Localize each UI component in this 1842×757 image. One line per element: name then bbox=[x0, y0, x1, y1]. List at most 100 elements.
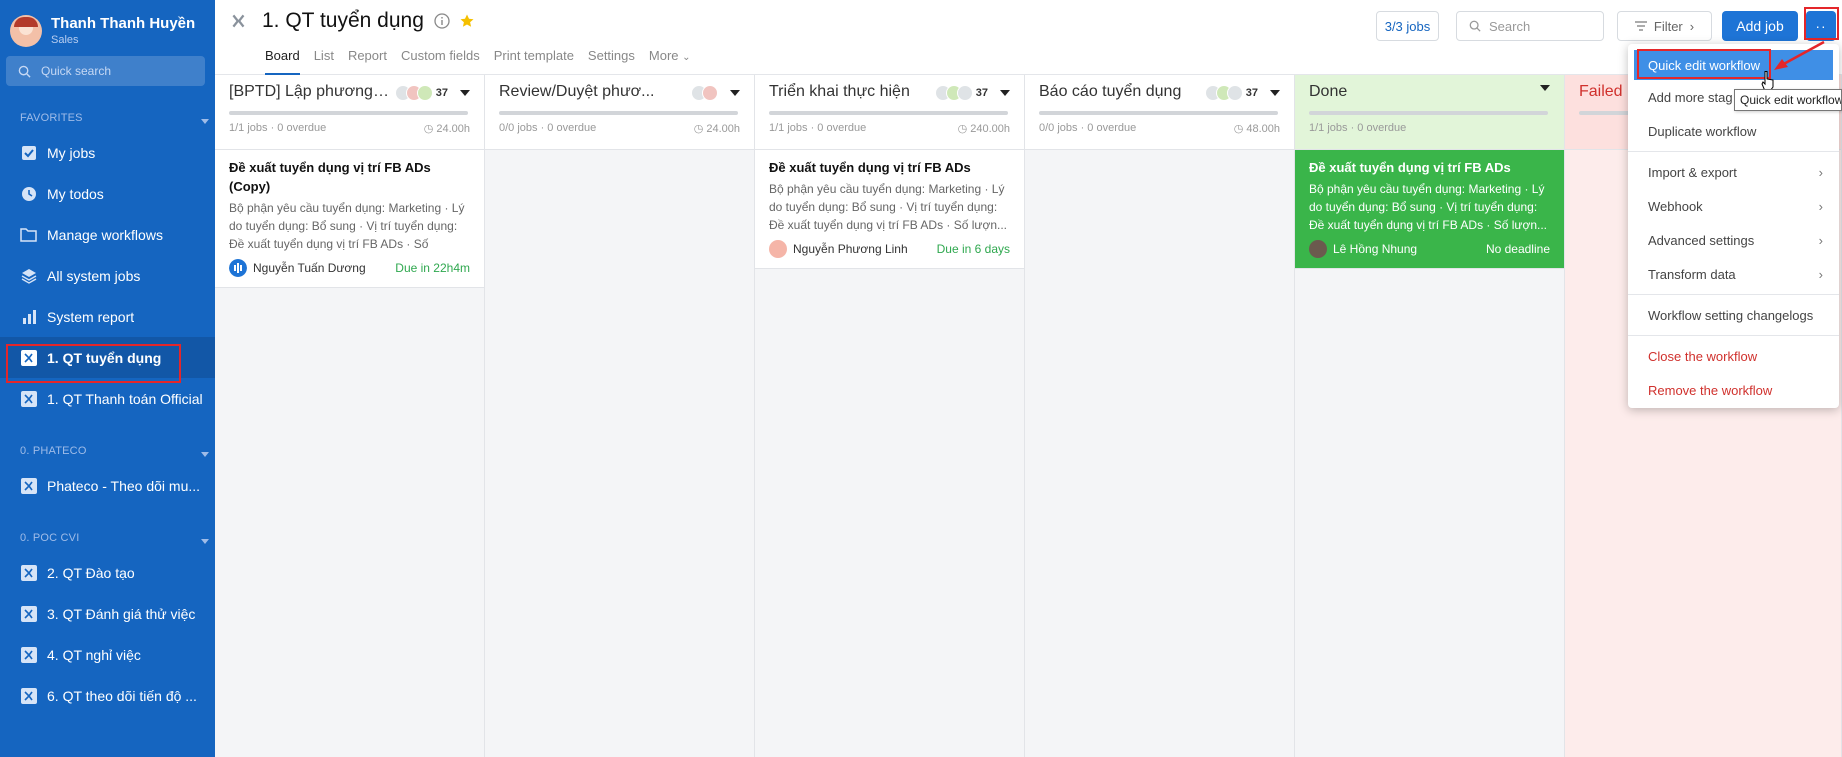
sidebar-item-qt-danh-gia[interactable]: 3. QT Đánh giá thử việc bbox=[0, 593, 215, 634]
workflow-icon bbox=[20, 687, 37, 704]
info-icon[interactable] bbox=[434, 13, 450, 29]
job-card[interactable]: Đề xuất tuyển dụng vị trí FB ADs Bộ phận… bbox=[755, 150, 1024, 269]
avatar bbox=[769, 240, 787, 258]
chevron-down-icon bbox=[201, 119, 209, 124]
menu-item-workflow-changelogs[interactable]: Workflow setting changelogs bbox=[1628, 298, 1839, 332]
sidebar-item-label: 6. QT theo dõi tiến độ ... bbox=[47, 687, 197, 704]
avatar bbox=[702, 85, 718, 101]
tab-custom-fields[interactable]: Custom fields bbox=[401, 48, 480, 75]
menu-item-label: Advanced settings bbox=[1648, 232, 1755, 248]
user-profile[interactable]: Thanh Thanh Huyền Sales bbox=[0, 0, 215, 52]
caret-down-icon[interactable] bbox=[1270, 90, 1280, 96]
stage-header[interactable]: Báo cáo tuyển dụng 37 0/0 jobs · 0 overd… bbox=[1025, 75, 1294, 150]
jobs-count-button[interactable]: 3/3 jobs bbox=[1376, 11, 1439, 41]
workflow-icon bbox=[232, 14, 245, 28]
sidebar-item-system-report[interactable]: System report bbox=[0, 296, 215, 337]
header: 1. QT tuyển dụng Board List Report Custo… bbox=[215, 0, 1842, 75]
stage-header[interactable]: Done 1/1 jobs · 0 overdue bbox=[1295, 75, 1564, 150]
sidebar-item-my-jobs[interactable]: My jobs bbox=[0, 132, 215, 173]
stage-column: Done 1/1 jobs · 0 overdue Đề xuất tuyển … bbox=[1295, 75, 1565, 757]
quick-search-placeholder: Quick search bbox=[41, 64, 112, 78]
stage-progress-bar bbox=[1309, 111, 1548, 115]
section-phateco[interactable]: 0. PHATECO bbox=[0, 419, 215, 465]
stage-name: [BPTD] Lập phương ... bbox=[229, 83, 389, 100]
menu-item-label: Transform data bbox=[1648, 266, 1736, 282]
add-job-button[interactable]: Add job bbox=[1722, 11, 1798, 41]
sidebar-item-label: 1. QT Thanh toán Official bbox=[47, 390, 203, 407]
stage-count: 37 bbox=[975, 87, 988, 99]
due-label: Due in 22h4m bbox=[395, 261, 470, 275]
stage-header[interactable]: Review/Duyệt phươ... 0/0 jobs · 0 overdu… bbox=[485, 75, 754, 150]
highlight-box bbox=[1804, 7, 1839, 40]
menu-item-import-export[interactable]: Import & export › bbox=[1628, 155, 1839, 189]
section-poc-cvi[interactable]: 0. POC CVI bbox=[0, 506, 215, 552]
job-title: Đề xuất tuyển dụng vị trí FB ADs (Copy) bbox=[229, 160, 431, 194]
job-card[interactable]: Đề xuất tuyển dụng vị trí FB ADs Bộ phận… bbox=[1295, 150, 1564, 269]
tab-print-template[interactable]: Print template bbox=[494, 48, 574, 75]
search-placeholder: Search bbox=[1489, 18, 1531, 34]
star-icon[interactable] bbox=[460, 14, 474, 28]
due-label: Due in 6 days bbox=[936, 242, 1010, 256]
sidebar-item-manage-workflows[interactable]: Manage workflows bbox=[0, 214, 215, 255]
menu-item-label: Add more stag bbox=[1648, 89, 1733, 105]
stage-meta: 0/0 jobs · 0 overdue bbox=[1039, 122, 1137, 134]
stage-column: Review/Duyệt phươ... 0/0 jobs · 0 overdu… bbox=[485, 75, 755, 757]
sidebar-item-qt-theo-doi[interactable]: 6. QT theo dõi tiến độ ... bbox=[0, 675, 215, 716]
menu-item-webhook[interactable]: Webhook › bbox=[1628, 189, 1839, 223]
menu-item-transform-data[interactable]: Transform data › bbox=[1628, 257, 1839, 291]
sidebar-item-phateco[interactable]: Phateco - Theo dõi mu... bbox=[0, 465, 215, 506]
tab-settings[interactable]: Settings bbox=[588, 48, 635, 75]
stage-name: Triển khai thực hiện bbox=[769, 83, 910, 100]
menu-item-label: Workflow setting changelogs bbox=[1648, 307, 1814, 323]
stage-meta: 0/0 jobs · 0 overdue bbox=[499, 122, 597, 134]
stage-meta: 1/1 jobs · 0 overdue bbox=[769, 122, 867, 134]
menu-item-close-workflow[interactable]: Close the workflow bbox=[1628, 339, 1839, 373]
caret-down-icon[interactable] bbox=[1000, 90, 1010, 96]
sidebar-item-label: 2. QT Đào tạo bbox=[47, 564, 135, 581]
sidebar-item-qt-dao-tao[interactable]: 2. QT Đào tạo bbox=[0, 552, 215, 593]
caret-down-icon[interactable] bbox=[730, 90, 740, 96]
tab-list[interactable]: List bbox=[314, 48, 334, 75]
section-poc-cvi-label: 0. POC CVI bbox=[20, 532, 80, 544]
stage-header[interactable]: Triển khai thực hiện 37 1/1 jobs · 0 ove… bbox=[755, 75, 1024, 150]
avatar[interactable] bbox=[10, 15, 42, 47]
tooltip: Quick edit workflow bbox=[1734, 89, 1842, 111]
menu-item-advanced-settings[interactable]: Advanced settings › bbox=[1628, 223, 1839, 257]
filter-label: Filter bbox=[1653, 18, 1683, 34]
search-input[interactable]: Search bbox=[1456, 11, 1604, 41]
menu-item-label: Webhook bbox=[1648, 198, 1703, 214]
stage-name: Báo cáo tuyển dụng bbox=[1039, 83, 1182, 100]
tab-report[interactable]: Report bbox=[348, 48, 387, 75]
assignee-name: Lê Hồng Nhung bbox=[1333, 242, 1418, 256]
menu-divider bbox=[1628, 294, 1839, 295]
avatar bbox=[956, 85, 973, 101]
workflow-icon bbox=[20, 646, 37, 663]
tab-board[interactable]: Board bbox=[265, 48, 300, 75]
job-description: Bộ phận yêu cầu tuyển dụng: Marketing · … bbox=[1309, 182, 1548, 232]
tab-more[interactable]: More ⌄ bbox=[649, 48, 691, 75]
menu-item-remove-workflow[interactable]: Remove the workflow bbox=[1628, 373, 1839, 407]
highlight-box bbox=[6, 344, 181, 383]
sidebar-item-label: Phateco - Theo dõi mu... bbox=[47, 477, 201, 494]
section-favorites-label: FAVORITES bbox=[20, 112, 83, 124]
job-title: Đề xuất tuyển dụng vị trí FB ADs bbox=[1309, 160, 1511, 175]
stage-progress-bar bbox=[769, 111, 1008, 115]
filter-button[interactable]: Filter › bbox=[1617, 11, 1712, 41]
menu-item-duplicate-workflow[interactable]: Duplicate workflow bbox=[1628, 114, 1839, 148]
caret-down-icon[interactable] bbox=[460, 90, 470, 96]
chevron-right-icon: › bbox=[1818, 266, 1823, 282]
sidebar-item-all-system-jobs[interactable]: All system jobs bbox=[0, 255, 215, 296]
layers-icon bbox=[20, 267, 37, 284]
job-card[interactable]: Đề xuất tuyển dụng vị trí FB ADs (Copy) … bbox=[215, 150, 484, 288]
assignee-name: Nguyễn Tuấn Dương bbox=[253, 261, 366, 275]
chevron-right-icon: › bbox=[1818, 164, 1823, 180]
avatar bbox=[1226, 85, 1243, 101]
section-favorites[interactable]: FAVORITES bbox=[0, 86, 215, 132]
menu-item-label: Duplicate workflow bbox=[1648, 123, 1757, 139]
sidebar-item-qt-nghi-viec[interactable]: 4. QT nghỉ việc bbox=[0, 634, 215, 675]
sidebar-item-my-todos[interactable]: My todos bbox=[0, 173, 215, 214]
caret-down-icon[interactable] bbox=[1540, 85, 1550, 91]
sidebar-item-qt-thanh-toan[interactable]: 1. QT Thanh toán Official bbox=[0, 378, 215, 419]
quick-search-input[interactable]: Quick search bbox=[6, 56, 205, 86]
stage-header[interactable]: [BPTD] Lập phương ... 37 1/1 jobs · 0 ov… bbox=[215, 75, 484, 150]
